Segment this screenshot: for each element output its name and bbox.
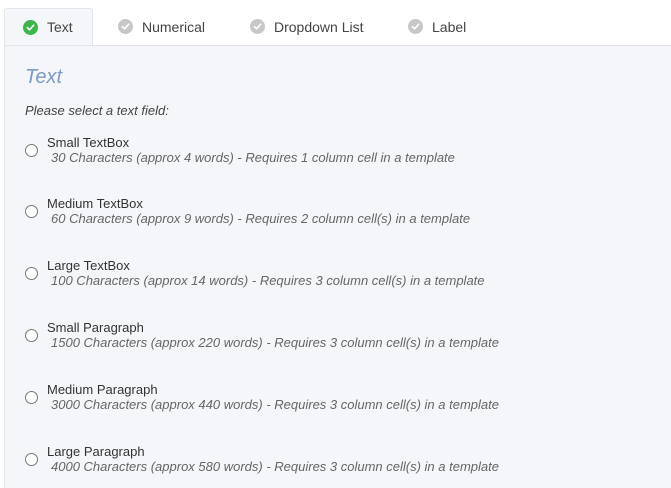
text-field-panel: Text Please select a text field: Small T…	[4, 45, 671, 488]
tab-label: Text	[47, 19, 73, 35]
option-label: Large TextBox	[47, 258, 130, 273]
option-description: 100 Characters (approx 14 words) - Requi…	[51, 273, 485, 288]
option-small-paragraph[interactable]: Small Paragraph 1500 Characters (approx …	[25, 320, 645, 360]
section-title: Text	[25, 66, 63, 88]
option-label: Small Paragraph	[47, 320, 144, 335]
check-circle-icon	[23, 19, 38, 35]
tab-label-text: Label	[432, 18, 467, 35]
tab-label: Dropdown List	[274, 18, 364, 35]
check-circle-icon	[250, 19, 265, 34]
radio-button[interactable]	[25, 329, 38, 342]
check-circle-icon	[408, 19, 423, 34]
tab-dropdown-list[interactable]: Dropdown List	[250, 8, 364, 45]
option-description: 1500 Characters (approx 220 words) - Req…	[51, 335, 499, 350]
option-medium-paragraph[interactable]: Medium Paragraph 3000 Characters (approx…	[25, 382, 645, 422]
option-label: Medium Paragraph	[47, 382, 158, 397]
radio-button[interactable]	[25, 267, 38, 280]
option-small-textbox[interactable]: Small TextBox 30 Characters (approx 4 wo…	[25, 135, 645, 175]
option-description: 3000 Characters (approx 440 words) - Req…	[51, 397, 499, 412]
option-label: Large Paragraph	[47, 444, 145, 459]
check-circle-icon	[118, 19, 133, 34]
tab-label: Numerical	[142, 18, 206, 35]
section-prompt: Please select a text field:	[25, 103, 169, 118]
option-large-textbox[interactable]: Large TextBox 100 Characters (approx 14 …	[25, 258, 645, 298]
radio-button[interactable]	[25, 205, 38, 218]
radio-button[interactable]	[25, 391, 38, 404]
radio-button[interactable]	[25, 453, 38, 466]
option-label: Small TextBox	[47, 135, 130, 150]
option-label: Medium TextBox	[47, 196, 143, 211]
tab-text[interactable]: Text	[4, 8, 93, 45]
option-description: 4000 Characters (approx 580 words) - Req…	[51, 459, 499, 474]
tab-numerical[interactable]: Numerical	[118, 8, 205, 45]
radio-button[interactable]	[25, 144, 38, 157]
option-large-paragraph[interactable]: Large Paragraph 4000 Characters (approx …	[25, 444, 645, 484]
tab-label[interactable]: Label	[408, 8, 466, 45]
option-description: 30 Characters (approx 4 words) - Require…	[51, 150, 455, 165]
option-description: 60 Characters (approx 9 words) - Require…	[51, 211, 471, 226]
option-medium-textbox[interactable]: Medium TextBox 60 Characters (approx 9 w…	[25, 196, 645, 236]
tab-bar: Text Numerical Dropdown List Label	[0, 0, 671, 45]
